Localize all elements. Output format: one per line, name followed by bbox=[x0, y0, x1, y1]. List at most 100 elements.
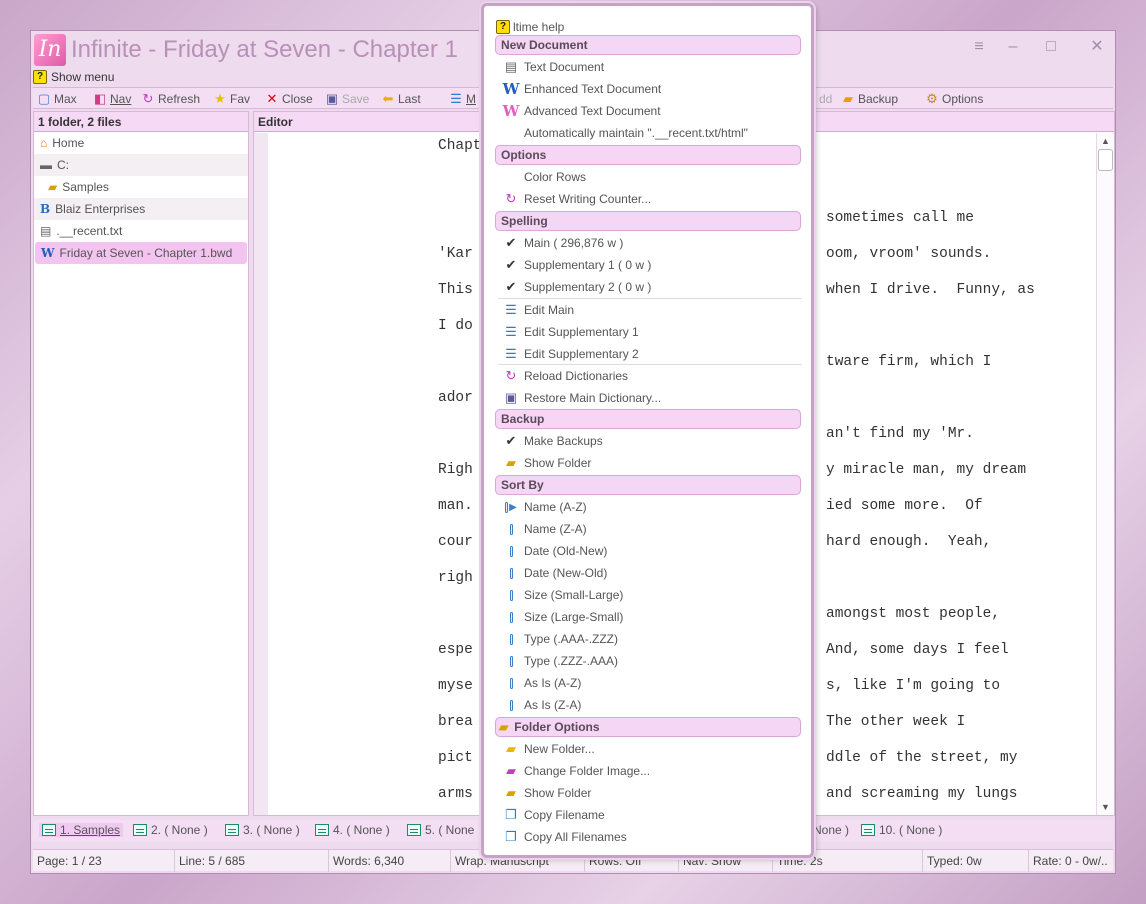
editor-line-right: tware firm, which I bbox=[826, 354, 992, 370]
menu-item-sort-date-new-old[interactable]: Date (New-Old) bbox=[498, 562, 802, 584]
menu-item-label: Date (New-Old) bbox=[524, 566, 608, 580]
show-menu-link[interactable]: ? Show menu bbox=[33, 69, 114, 85]
editor-line-right: The other week I bbox=[826, 714, 966, 730]
tab-9[interactable]: None ) bbox=[813, 823, 849, 837]
list-icon: ☰ bbox=[505, 346, 517, 361]
max-icon: ▢ bbox=[37, 91, 51, 106]
tree-item-current-file[interactable]: W Friday at Seven - Chapter 1.bwd bbox=[35, 242, 247, 264]
word-doc-icon: W bbox=[41, 246, 55, 260]
add-label: dd bbox=[819, 92, 833, 106]
menu-item-label: Change Folder Image... bbox=[524, 764, 651, 778]
menu-item-label: Size (Small-Large) bbox=[524, 588, 624, 602]
menu-header-new-document: New Document bbox=[495, 35, 801, 55]
menu-item-copy-filename[interactable]: ❐ Copy Filename bbox=[498, 804, 802, 826]
tab-3[interactable]: 3. ( None ) bbox=[225, 823, 300, 837]
menu-item-sort-date-old-new[interactable]: Date (Old-New) bbox=[498, 540, 802, 562]
menu-icon[interactable]: ≡ bbox=[969, 37, 989, 57]
menu-item-enhanced-document[interactable]: W Enhanced Text Document bbox=[498, 78, 802, 100]
vertical-scrollbar[interactable]: ▲ ▼ bbox=[1096, 133, 1114, 815]
list-icon: ☰ bbox=[505, 302, 517, 317]
menu-header-sort-by: Sort By bbox=[495, 475, 801, 495]
editor-line-right: s, like I'm going to bbox=[826, 678, 1001, 694]
close-file-button[interactable]: ✕ Close bbox=[265, 90, 313, 108]
refresh-button[interactable]: ↻ Refresh bbox=[141, 90, 200, 108]
close-label: Close bbox=[282, 92, 313, 106]
tab-5[interactable]: 5. ( None bbox=[407, 823, 474, 837]
menu-item-label: Name (A-Z) bbox=[524, 500, 587, 514]
max-button[interactable]: ▢ Max bbox=[37, 90, 77, 108]
menu-item-auto-recent[interactable]: Automatically maintain ".__recent.txt/ht… bbox=[498, 122, 802, 144]
last-button[interactable]: ⬅ Last bbox=[381, 90, 421, 108]
status-line[interactable]: Line: 5 / 685 bbox=[175, 850, 329, 872]
editor-line-right: oom, vroom' sounds. bbox=[826, 246, 992, 262]
menu-item-spell-supp2[interactable]: ✔ Supplementary 2 ( 0 w ) bbox=[498, 276, 802, 298]
menu-item-new-folder[interactable]: ▰ New Folder... bbox=[498, 738, 802, 760]
status-typed[interactable]: Typed: 0w bbox=[923, 850, 1029, 872]
tree-item-label: Blaiz Enterprises bbox=[55, 202, 146, 216]
nav-pane-header: 1 folder, 2 files bbox=[34, 112, 248, 132]
menu-item-color-rows[interactable]: Color Rows bbox=[498, 166, 802, 188]
menu-item-sort-type-za[interactable]: Type (.ZZZ-.AAA) bbox=[498, 650, 802, 672]
menu-item-copy-all-filenames[interactable]: ❐ Copy All Filenames bbox=[498, 826, 802, 848]
menu-item-label: Restore Main Dictionary... bbox=[524, 391, 662, 405]
menu-item-label: ltime help bbox=[513, 20, 565, 34]
menu-item-label: Date (Old-New) bbox=[524, 544, 608, 558]
doc-icon bbox=[407, 824, 421, 836]
tab-4[interactable]: 4. ( None ) bbox=[315, 823, 390, 837]
maximize-button[interactable]: □ bbox=[1041, 37, 1061, 57]
menu-item-text-document[interactable]: ▤ Text Document bbox=[498, 56, 802, 78]
menu-item-advanced-document[interactable]: W Advanced Text Document bbox=[498, 100, 802, 122]
menu-item-label: Edit Main bbox=[524, 303, 575, 317]
tree-item-home[interactable]: ⌂ Home bbox=[34, 132, 248, 154]
status-words[interactable]: Words: 6,340 bbox=[329, 850, 451, 872]
menu-item-edit-supp1[interactable]: ☰ Edit Supplementary 1 bbox=[498, 321, 802, 343]
status-page[interactable]: Page: 1 / 23 bbox=[33, 850, 175, 872]
menu-item-reset-counter[interactable]: ↻ Reset Writing Counter... bbox=[498, 188, 802, 210]
menu-item-sort-type-az[interactable]: Type (.AAA-.ZZZ) bbox=[498, 628, 802, 650]
tree-item-blaiz[interactable]: B Blaiz Enterprises bbox=[34, 198, 248, 220]
backup-button[interactable]: ▰ Backup bbox=[841, 90, 898, 108]
add-button[interactable]: dd bbox=[819, 90, 832, 108]
tab-2[interactable]: 2. ( None ) bbox=[133, 823, 208, 837]
menu-item-reload-dicts[interactable]: ↻ Reload Dictionaries bbox=[498, 365, 802, 387]
menu-item-sort-name-za[interactable]: Name (Z-A) bbox=[498, 518, 802, 540]
menu-item-spell-main[interactable]: ✔ Main ( 296,876 w ) bbox=[498, 232, 802, 254]
scroll-up-icon[interactable]: ▲ bbox=[1097, 133, 1114, 149]
menu-item-sort-asis-za[interactable]: As Is (Z-A) bbox=[498, 694, 802, 716]
menu-item-make-backups[interactable]: ✔ Make Backups bbox=[498, 430, 802, 452]
menu-item-sort-size-large-small[interactable]: Size (Large-Small) bbox=[498, 606, 802, 628]
gear-icon: ⚙ bbox=[926, 91, 938, 106]
folder-icon: ▰ bbox=[506, 455, 516, 470]
status-rate[interactable]: Rate: 0 - 0w/.. bbox=[1029, 850, 1113, 872]
tree-item-drive[interactable]: ▬ C: bbox=[34, 154, 248, 176]
menu-item-change-folder-image[interactable]: ▰ Change Folder Image... bbox=[498, 760, 802, 782]
menu-item-label: Name (Z-A) bbox=[524, 522, 587, 536]
nav-button[interactable]: ◧ Nav bbox=[93, 90, 132, 108]
close-window-button[interactable]: ✕ bbox=[1087, 37, 1107, 57]
fav-label: Fav bbox=[230, 92, 251, 106]
tab-10[interactable]: 10. ( None ) bbox=[861, 823, 942, 837]
menu-item-show-backup-folder[interactable]: ▰ Show Folder bbox=[498, 452, 802, 474]
menu-item-show-folder[interactable]: ▰ Show Folder bbox=[498, 782, 802, 804]
menu-item-sort-name-az[interactable]: ▶ Name (A-Z) bbox=[498, 496, 802, 518]
menu-header-spelling: Spelling bbox=[495, 211, 801, 231]
fav-button[interactable]: ★ Fav bbox=[213, 90, 250, 108]
options-button[interactable]: ⚙ Options bbox=[925, 90, 983, 108]
menu-item-edit-supp2[interactable]: ☰ Edit Supplementary 2 bbox=[498, 343, 802, 365]
menu-item-label: Edit Supplementary 1 bbox=[524, 325, 639, 339]
tree-item-samples[interactable]: ▰ Samples bbox=[34, 176, 248, 198]
scroll-down-icon[interactable]: ▼ bbox=[1097, 799, 1114, 815]
tree-item-recent[interactable]: ▤ .__recent.txt bbox=[34, 220, 248, 242]
menu-item-restore-main[interactable]: ▣ Restore Main Dictionary... bbox=[498, 387, 802, 409]
menu-item-sort-size-small-large[interactable]: Size (Small-Large) bbox=[498, 584, 802, 606]
editor-line-left: cour bbox=[438, 534, 473, 550]
menu-item-label: Copy All Filenames bbox=[524, 830, 627, 844]
menu-item-spell-supp1[interactable]: ✔ Supplementary 1 ( 0 w ) bbox=[498, 254, 802, 276]
menu-item-sort-asis-az[interactable]: As Is (A-Z) bbox=[498, 672, 802, 694]
m-button[interactable]: ☰ M bbox=[449, 90, 476, 108]
scroll-thumb[interactable] bbox=[1098, 149, 1113, 171]
save-button[interactable]: ▣ Save bbox=[325, 90, 370, 108]
minimize-button[interactable]: – bbox=[1003, 37, 1023, 57]
tab-1[interactable]: 1. Samples bbox=[39, 823, 124, 837]
menu-item-edit-main[interactable]: ☰ Edit Main bbox=[498, 299, 802, 321]
